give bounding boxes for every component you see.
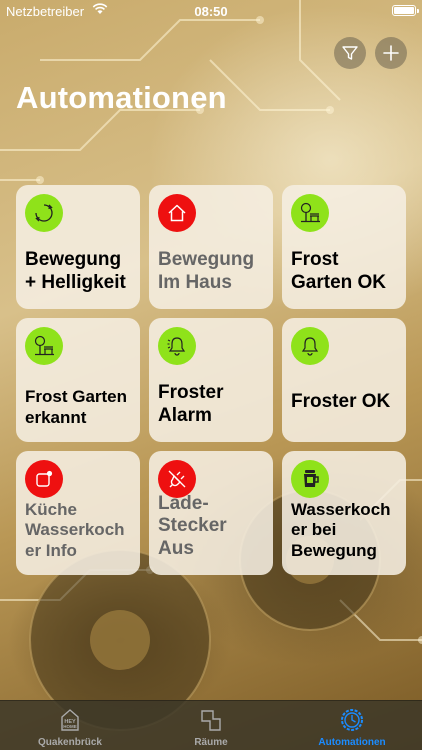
- tile-label: Wasserkoch er bei Bewegung: [291, 499, 391, 560]
- tree-bench-icon: [291, 194, 329, 232]
- tab-label: Räume: [194, 737, 228, 748]
- kettle-icon: [291, 460, 329, 498]
- battery-icon: [392, 5, 419, 16]
- add-automation-button[interactable]: [375, 37, 407, 69]
- gear-clock-icon: [341, 709, 363, 731]
- tab-bar: HEY HOME Quakenbrück Räume Automationen: [0, 700, 422, 750]
- automation-tile-bewegung-im-haus[interactable]: Bewegung Im Haus: [149, 185, 273, 309]
- house-icon: [158, 194, 196, 232]
- automation-tile-bewegung-helligkeit[interactable]: Bewegung + Helligkeit: [16, 185, 140, 309]
- filter-button[interactable]: [334, 37, 366, 69]
- tree-bench-icon: [25, 327, 63, 365]
- automation-tile-froster-ok[interactable]: Froster OK: [282, 318, 406, 442]
- automation-tile-ladestecker-aus[interactable]: Lade- Stecker Aus: [149, 451, 273, 575]
- tile-label: Lade- Stecker Aus: [158, 492, 227, 560]
- tile-label: Bewegung + Helligkeit: [25, 249, 126, 294]
- automation-tile-kueche-wasserkocher-info[interactable]: Küche Wasserkoch er Info: [16, 451, 140, 575]
- bell-icon: [291, 327, 329, 365]
- funnel-icon: [342, 46, 358, 60]
- rooms-icon: [201, 710, 221, 731]
- hey-home-icon: HEY HOME: [61, 709, 79, 731]
- tile-label: Froster OK: [291, 391, 391, 413]
- tab-quakenbrueck[interactable]: HEY HOME Quakenbrück: [0, 706, 140, 748]
- tab-label: Automationen: [318, 737, 386, 748]
- tab-label: Quakenbrück: [38, 737, 102, 748]
- bell-ringing-icon: [158, 327, 196, 365]
- automation-tile-froster-alarm[interactable]: Froster Alarm: [149, 318, 273, 442]
- clock: 08:50: [194, 4, 228, 19]
- cycle-arrows-icon: [25, 194, 63, 232]
- tab-automationen[interactable]: Automationen: [282, 706, 422, 748]
- automation-tile-wasserkocher-bei-bewegung[interactable]: Wasserkoch er bei Bewegung: [282, 451, 406, 575]
- automation-tile-frost-garten-erkannt[interactable]: Frost Garten erkannt: [16, 318, 140, 442]
- page-title: Automationen: [16, 80, 227, 115]
- svg-text:HOME: HOME: [63, 724, 77, 729]
- tile-label: Froster Alarm: [158, 382, 224, 427]
- tile-label: Frost Garten erkannt: [25, 387, 128, 427]
- tile-label: Frost Garten OK: [291, 249, 387, 294]
- automation-tile-frost-garten-ok[interactable]: Frost Garten OK: [282, 185, 406, 309]
- notification-square-icon: [25, 460, 63, 498]
- plus-icon: [383, 45, 399, 61]
- tab-raeume[interactable]: Räume: [141, 706, 281, 748]
- tile-label: Küche Wasserkoch er Info: [25, 499, 125, 560]
- tile-label: Bewegung Im Haus: [158, 249, 255, 294]
- status-bar: Netzbetreiber 08:50: [0, 0, 422, 22]
